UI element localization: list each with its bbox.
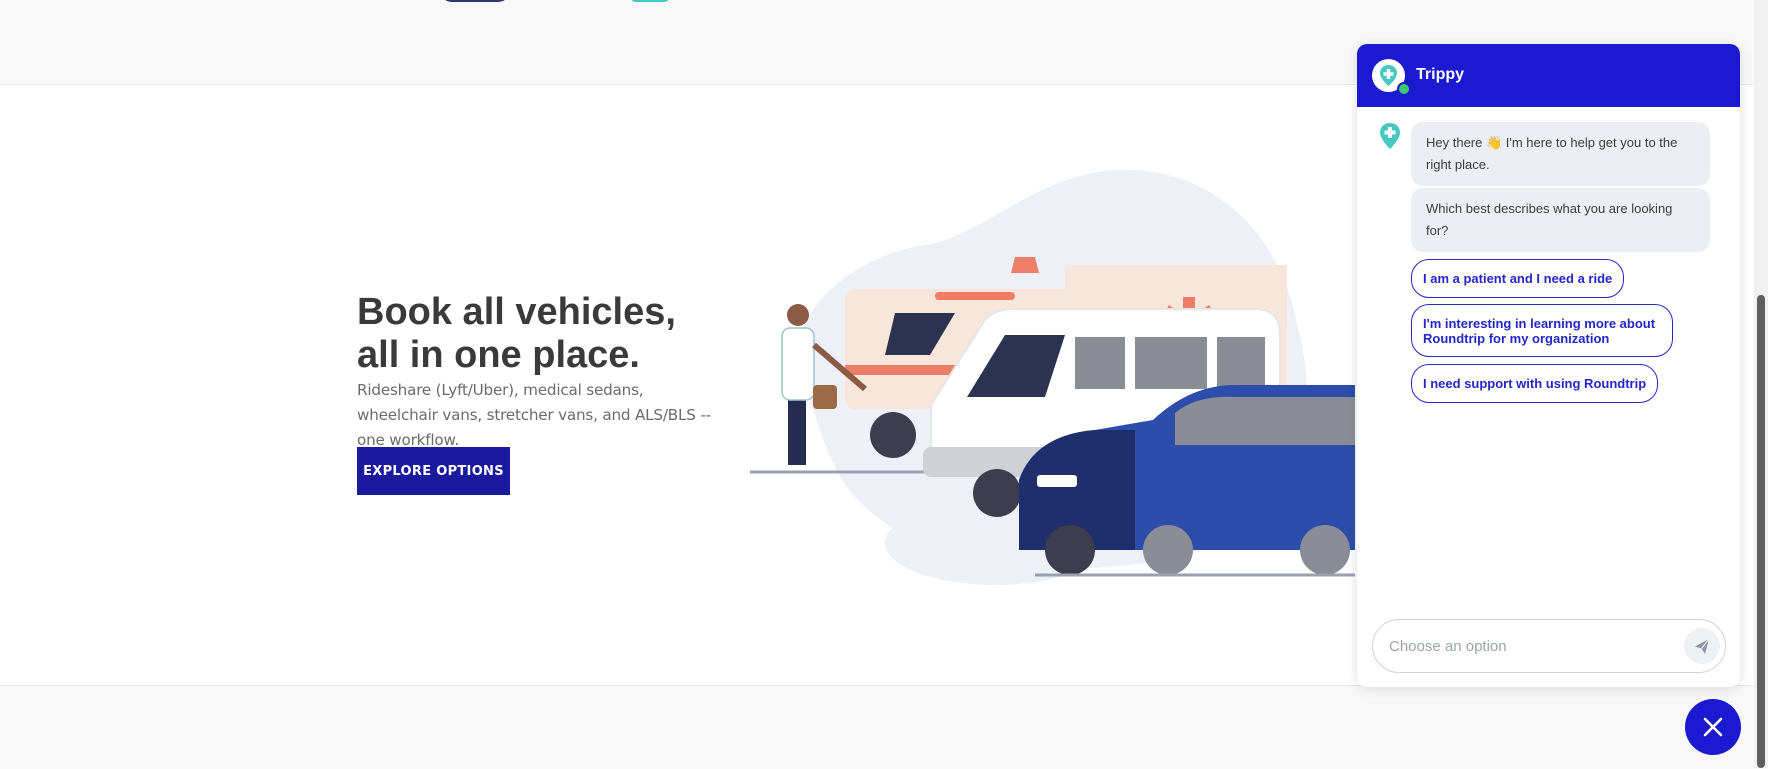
next-section — [0, 685, 1754, 769]
hero-title: Book all vehicles, all in one place. — [357, 291, 676, 377]
person-bag — [813, 385, 837, 409]
bot-message: Hey there 👋 I'm here to help get you to … — [1411, 122, 1710, 186]
chat-input-container — [1372, 619, 1726, 673]
bot-message: Which best describes what you are lookin… — [1411, 188, 1710, 252]
bot-name: Trippy — [1416, 66, 1465, 83]
blob-dot — [1072, 206, 1092, 226]
van-wheel — [973, 469, 1021, 517]
scrollbar-thumb[interactable] — [1757, 295, 1765, 768]
person-legs — [788, 395, 806, 465]
chat-header: Trippy — [1357, 44, 1740, 107]
paper-plane-icon — [1695, 638, 1710, 654]
hero-title-line-2: all in one place. — [357, 334, 640, 376]
online-status-indicator — [1397, 82, 1411, 96]
chat-input[interactable] — [1387, 633, 1671, 659]
ambulance-beacon — [1011, 257, 1039, 273]
medical-cross-pin-icon — [1380, 123, 1400, 149]
hero-description: Rideshare (Lyft/Uber), medical sedans, w… — [357, 381, 711, 449]
option-patient-ride[interactable]: I am a patient and I need a ride — [1411, 259, 1625, 298]
ambulance-light-bar — [935, 292, 1015, 300]
van-window-1 — [1075, 337, 1125, 389]
car-headlight — [1037, 475, 1077, 487]
close-chat-button[interactable] — [1685, 699, 1741, 755]
close-icon — [1703, 717, 1723, 737]
option-learn-more-organization[interactable]: I'm interesting in learning more about R… — [1411, 304, 1673, 357]
page-scrollbar[interactable] — [1754, 0, 1768, 768]
chat-widget: Trippy Hey there 👋 I'm here to help get … — [1357, 44, 1740, 687]
person-head — [787, 304, 809, 326]
van-window-3 — [1217, 337, 1265, 389]
van-window-2 — [1135, 337, 1207, 389]
car-wheel-front — [1045, 525, 1095, 575]
car-wheel-mid — [1143, 525, 1193, 575]
explore-options-button[interactable]: EXPLORE OPTIONS — [357, 447, 510, 495]
vehicles-illustration — [750, 169, 1355, 585]
car-window — [1175, 396, 1355, 445]
top-illustration-fragment-teal — [630, 0, 670, 2]
top-illustration-fragment — [440, 0, 510, 2]
option-support[interactable]: I need support with using Roundtrip — [1411, 364, 1659, 403]
send-button[interactable] — [1684, 628, 1720, 664]
person-torso — [781, 327, 815, 401]
car-wheel-back — [1300, 525, 1350, 575]
ambulance-wheel — [870, 412, 916, 458]
hero-title-line-1: Book all vehicles, — [357, 291, 676, 333]
